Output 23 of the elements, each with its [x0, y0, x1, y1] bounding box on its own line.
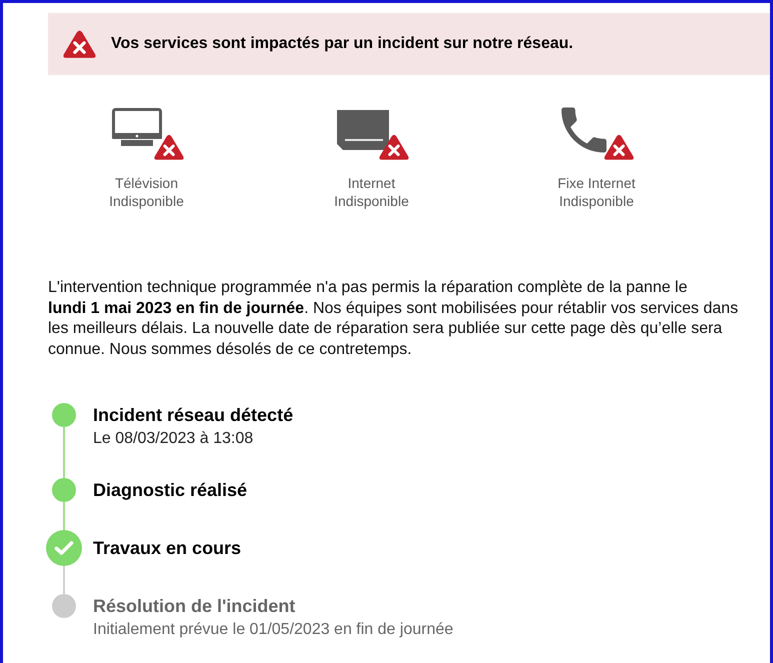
service-status: Indisponible	[559, 192, 634, 210]
service-name: Internet	[348, 174, 396, 192]
box-icon	[336, 110, 388, 150]
warning-icon	[63, 30, 96, 58]
step-title: Travaux en cours	[93, 537, 242, 560]
step-title: Incident réseau détecté	[93, 404, 294, 427]
step-detail: Le 08/03/2023 à 13:08	[93, 429, 254, 449]
timeline-connector	[63, 566, 65, 594]
alert-message: Vos services sont impactés par un incident sur notre réseau.	[111, 35, 574, 53]
service-name: Fixe Internet	[558, 174, 636, 192]
service-name: Télévision	[114, 174, 178, 192]
timeline-connector	[63, 427, 65, 478]
tv-icon	[112, 108, 162, 146]
timeline-connector	[63, 502, 65, 530]
error-badge-icon	[154, 134, 184, 161]
service-status: Indisponible	[334, 192, 409, 210]
error-badge-icon	[604, 134, 634, 161]
step-title: Diagnostic réalisé	[93, 479, 248, 502]
step-title: Résolution de l'incident	[93, 595, 296, 618]
step-detail: Initialement prévue le 01/05/2023 en fin de journée	[93, 620, 454, 640]
error-badge-icon	[378, 134, 408, 161]
service-status: Indisponible	[109, 192, 184, 210]
notice-paragraph: L'intervention technique programmée n'a pas permis la réparation complète de la panne le lundi 1 mai 2023 en fin de journée. Nos équipes sont mobilisées pour rétablir vos services dans les meilleurs délais. La nouvelle date de réparation sera publiée sur cette page dès qu’elle sera connue. Nous sommes désolés de ce contretemps.	[48, 278, 740, 360]
